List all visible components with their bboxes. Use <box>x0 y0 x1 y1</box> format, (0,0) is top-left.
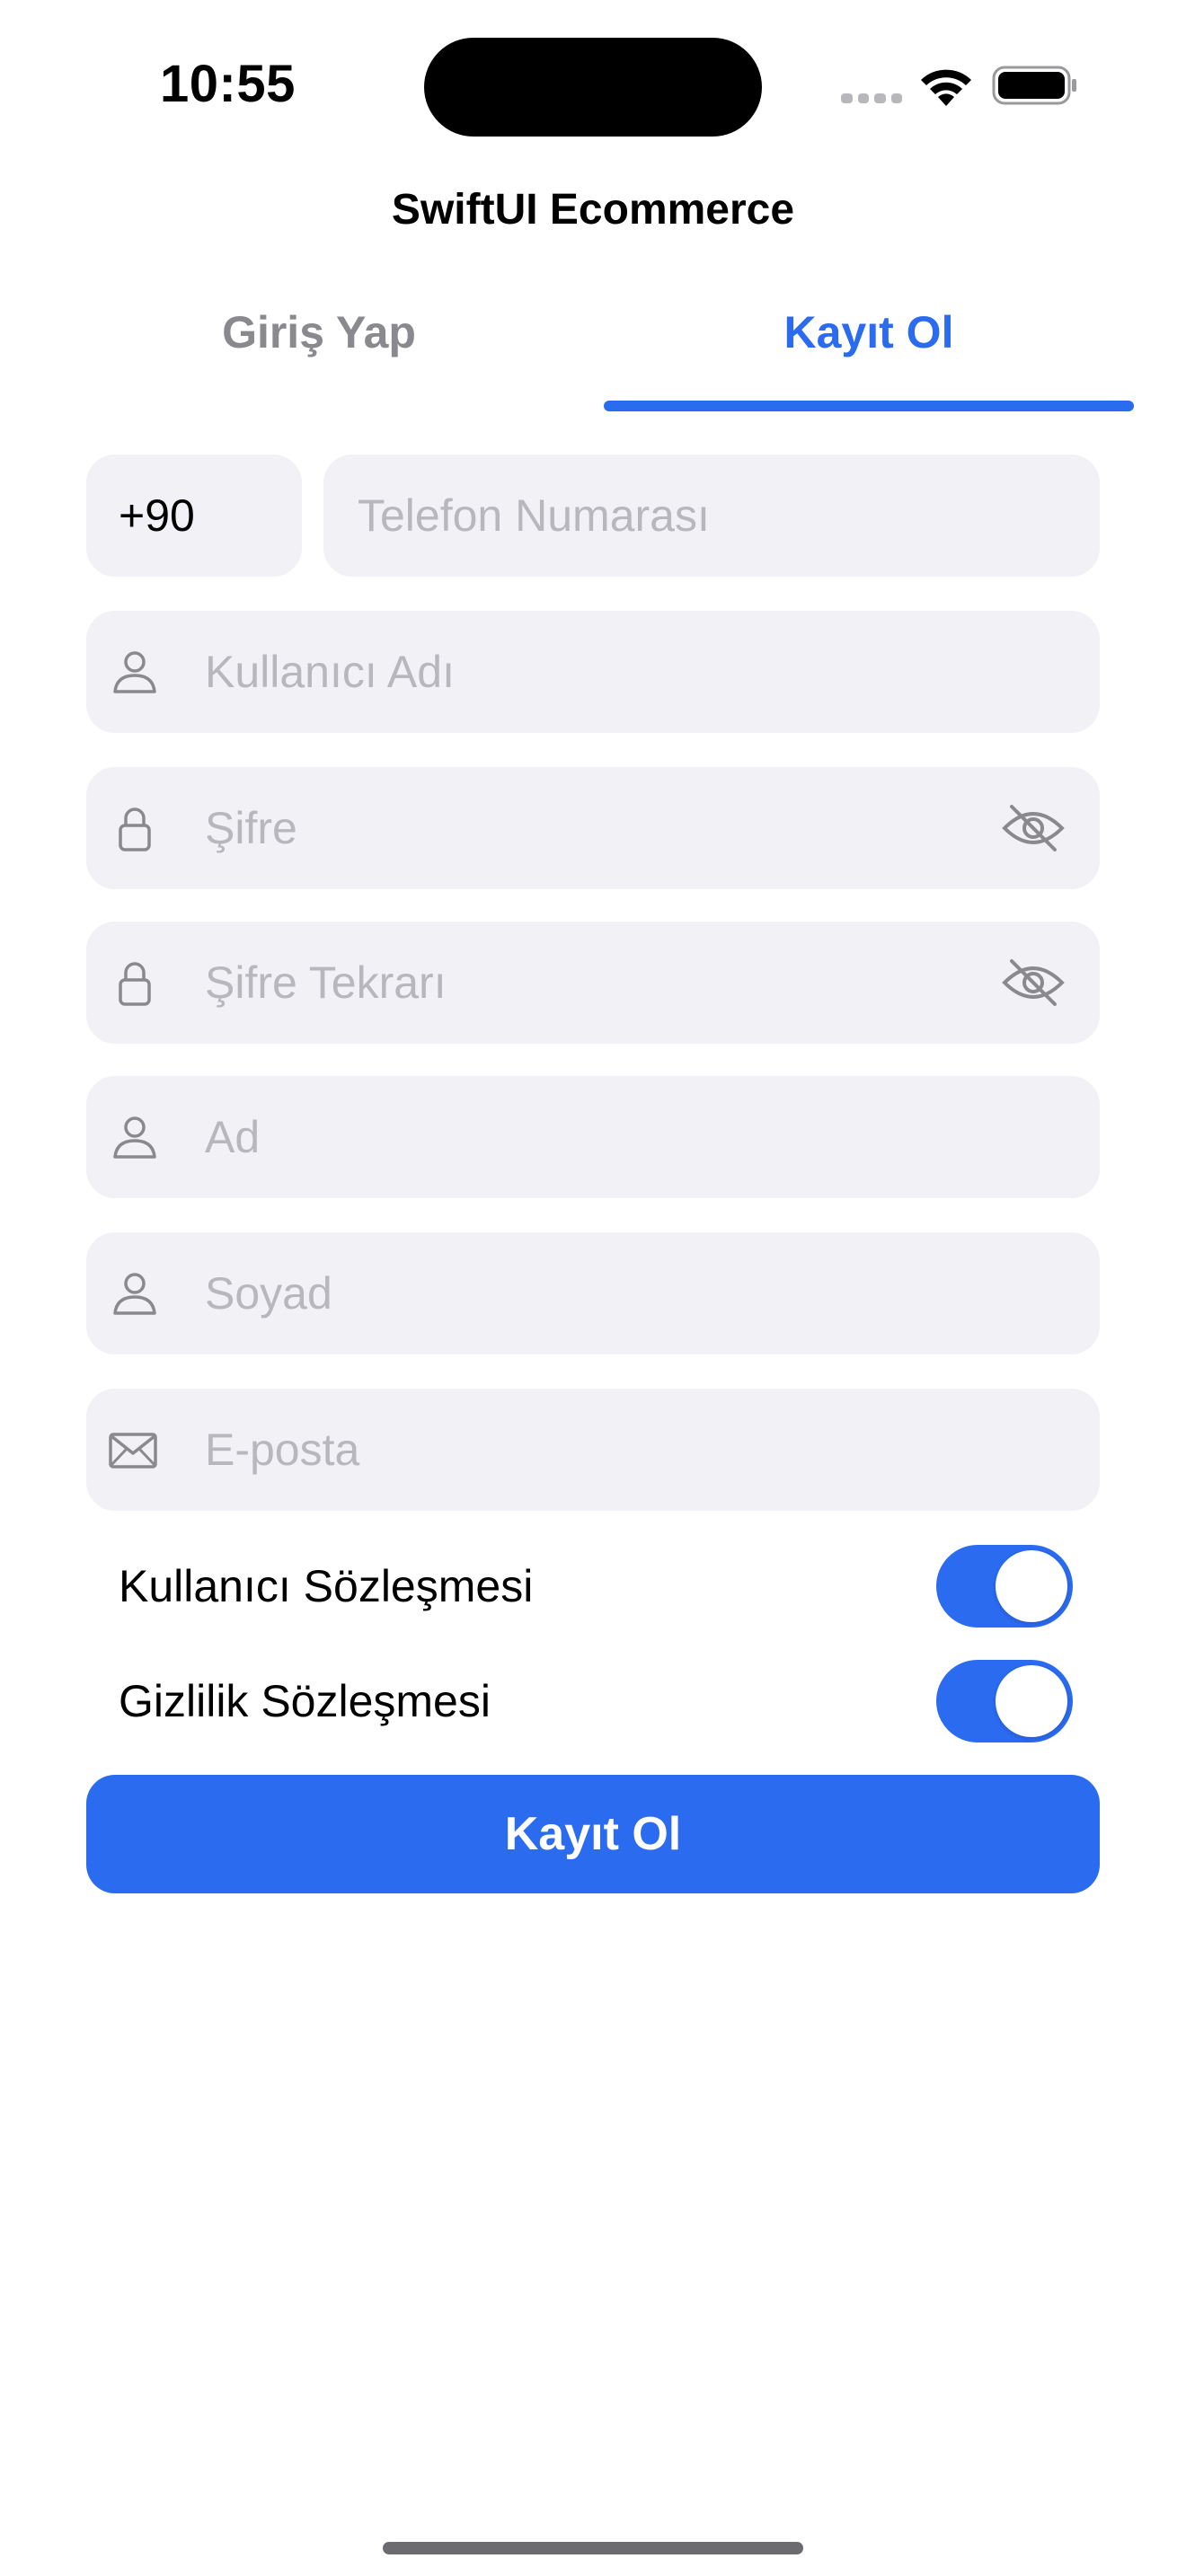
privacy-agreement-row: Gizlilik Sözleşmesi <box>86 1656 1100 1746</box>
status-time: 10:55 <box>160 55 296 113</box>
country-code-picker[interactable]: +90 <box>86 454 302 577</box>
last-name-input[interactable]: Soyad <box>86 1232 1100 1354</box>
email-input[interactable]: E-posta <box>86 1389 1100 1511</box>
battery-icon <box>992 66 1076 105</box>
person-icon <box>113 651 156 693</box>
toggle-knob <box>996 1665 1067 1737</box>
country-code-value: +90 <box>119 490 195 541</box>
user-agreement-row: Kullanıcı Sözleşmesi <box>86 1541 1100 1631</box>
phone-number-input[interactable]: Telefon Numarası <box>323 454 1100 577</box>
register-screen: 10:55 SwiftUI Ecommerce Giriş Yap Kayıt … <box>0 0 1186 2576</box>
tab-selection-indicator <box>604 401 1134 411</box>
password-input[interactable]: Şifre <box>86 767 1100 889</box>
home-indicator <box>383 2542 803 2554</box>
user-agreement-label: Kullanıcı Sözleşmesi <box>119 1561 534 1611</box>
privacy-agreement-toggle[interactable] <box>936 1660 1073 1742</box>
username-placeholder: Kullanıcı Adı <box>205 647 455 697</box>
first-name-input[interactable]: Ad <box>86 1076 1100 1198</box>
last-name-placeholder: Soyad <box>205 1268 332 1319</box>
password-placeholder: Şifre <box>205 803 297 853</box>
privacy-agreement-label: Gizlilik Sözleşmesi <box>119 1676 491 1726</box>
password-repeat-placeholder: Şifre Tekrarı <box>205 957 447 1008</box>
email-placeholder: E-posta <box>205 1425 360 1475</box>
auth-tabs: Giriş Yap Kayıt Ol <box>0 296 1186 413</box>
phone-number-placeholder: Telefon Numarası <box>358 490 710 541</box>
envelope-icon <box>109 1433 157 1469</box>
app-title: SwiftUI Ecommerce <box>391 186 795 234</box>
tab-register[interactable]: Kayıt Ol <box>604 296 1134 368</box>
cellular-signal-icon <box>841 93 902 106</box>
lock-icon <box>119 807 151 851</box>
username-input[interactable]: Kullanıcı Adı <box>86 611 1100 733</box>
eye-slash-icon[interactable] <box>1001 801 1066 855</box>
toggle-knob <box>996 1550 1067 1622</box>
first-name-placeholder: Ad <box>205 1112 261 1162</box>
dynamic-island <box>424 38 762 137</box>
wifi-icon <box>921 69 971 106</box>
person-icon <box>113 1116 156 1159</box>
person-icon <box>113 1273 156 1315</box>
password-repeat-input[interactable]: Şifre Tekrarı <box>86 922 1100 1044</box>
eye-slash-icon[interactable] <box>1001 956 1066 1010</box>
lock-icon <box>119 962 151 1006</box>
user-agreement-toggle[interactable] <box>936 1545 1073 1628</box>
status-bar: 10:55 <box>0 0 1186 180</box>
register-button[interactable]: Kayıt Ol <box>86 1775 1100 1893</box>
tab-login[interactable]: Giriş Yap <box>54 296 584 368</box>
